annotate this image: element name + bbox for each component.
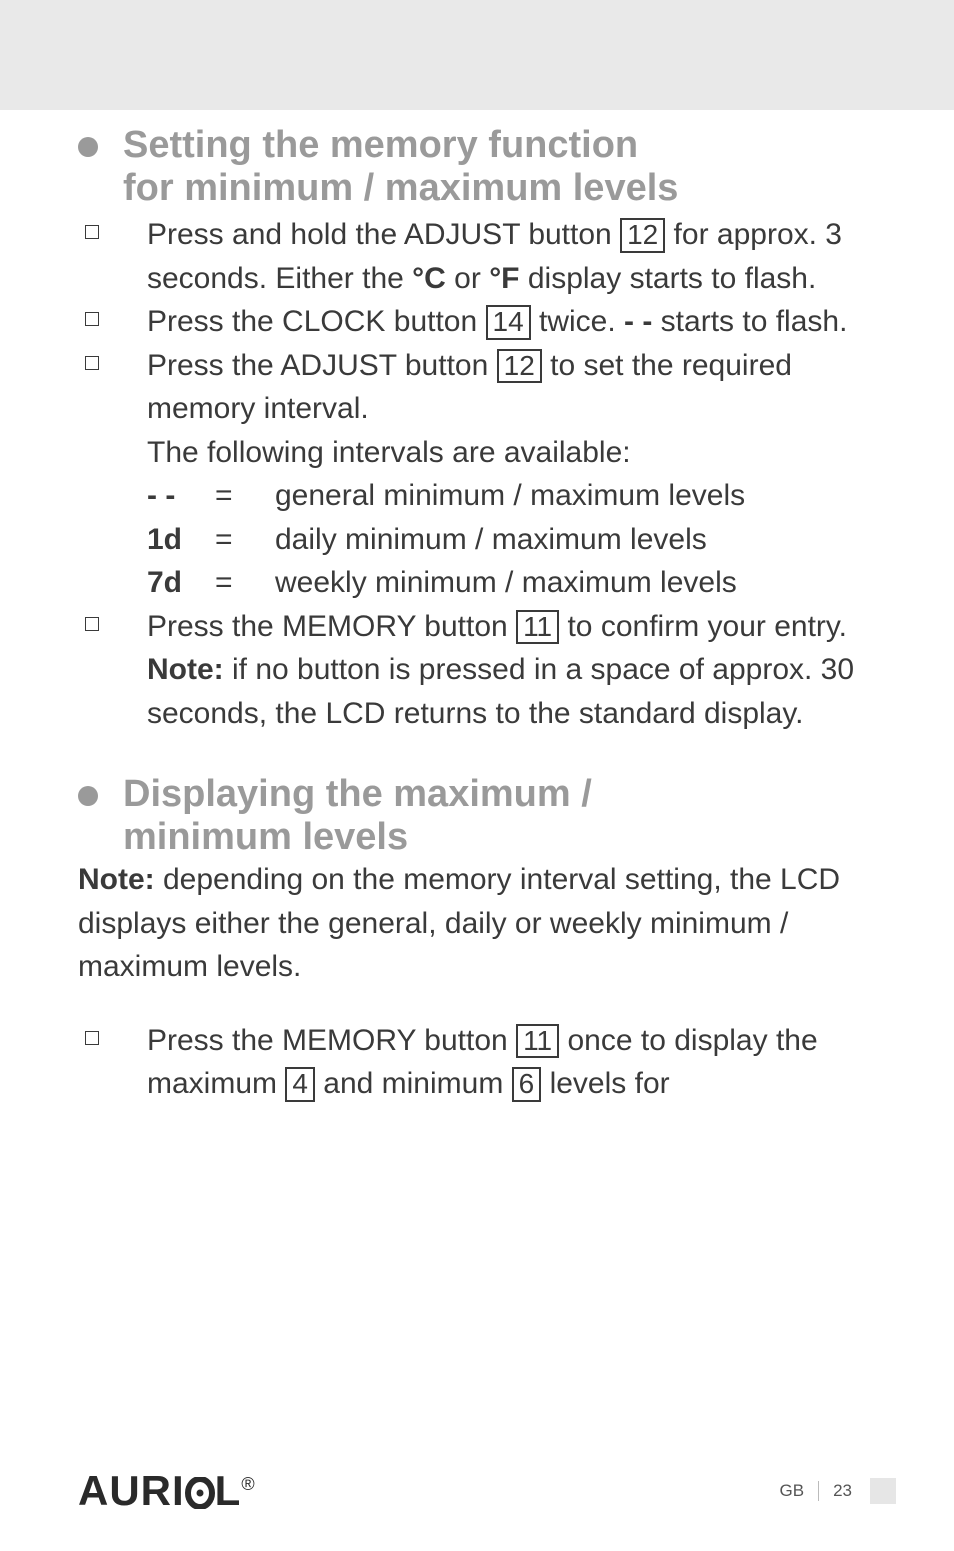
text-fragment: Press and hold the ADJUST button xyxy=(147,218,620,251)
list-item: Press and hold the ADJUST button 12 for … xyxy=(78,213,894,300)
text-line: The following intervals are available: xyxy=(147,431,894,475)
list-item-text: Press the MEMORY button 11 once to displ… xyxy=(147,1019,894,1106)
divider-icon xyxy=(818,1481,819,1501)
ref-number: 14 xyxy=(486,305,531,340)
text-fragment: Press the MEMORY button xyxy=(147,1024,516,1057)
interval-symbol: - - xyxy=(147,474,215,518)
section2-heading-line1: Displaying the maximum / xyxy=(123,773,592,815)
text-fragment: twice. xyxy=(531,305,624,338)
interval-symbol: 1d xyxy=(147,518,215,562)
text-fragment: Press the CLOCK button xyxy=(147,305,486,338)
note-body: depending on the memory interval setting… xyxy=(78,863,840,983)
logo-o-icon xyxy=(185,1467,215,1515)
square-bullet-icon xyxy=(85,225,99,239)
text-fragment: and minimum xyxy=(315,1067,512,1100)
logo-text-part2: L xyxy=(215,1467,242,1514)
ref-number: 6 xyxy=(512,1067,542,1102)
square-bullet-icon xyxy=(85,312,99,326)
list-item: Press the MEMORY button 11 to confirm yo… xyxy=(78,605,894,736)
square-bullet-icon xyxy=(85,356,99,370)
text-fragment: Press the ADJUST button xyxy=(147,349,497,382)
list-item-text: Press the MEMORY button 11 to confirm yo… xyxy=(147,605,894,736)
section2-heading: Displaying the maximum / minimum levels xyxy=(123,773,592,858)
bold-text: °F xyxy=(489,262,519,295)
locale-label: GB xyxy=(780,1481,805,1501)
square-bullet-icon xyxy=(85,1031,99,1045)
interval-desc: weekly minimum / maximum levels xyxy=(275,561,737,605)
list-item-text: Press and hold the ADJUST button 12 for … xyxy=(147,213,894,300)
ref-number: 4 xyxy=(285,1067,315,1102)
interval-symbol: 7d xyxy=(147,561,215,605)
text-fragment: display starts to flash. xyxy=(520,262,817,295)
text-fragment: levels for xyxy=(541,1067,669,1100)
bold-text: - - xyxy=(624,305,652,338)
square-bullet-icon xyxy=(85,617,99,631)
intervals-list: - - = general minimum / maximum levels 1… xyxy=(147,474,894,605)
interval-row: 1d = daily minimum / maximum levels xyxy=(147,518,894,562)
interval-equals: = xyxy=(215,518,275,562)
page-number: 23 xyxy=(833,1481,852,1501)
list-item-text: Press the ADJUST button 12 to set the re… xyxy=(147,344,894,605)
interval-row: 7d = weekly minimum / maximum levels xyxy=(147,561,894,605)
bullet-dot-icon xyxy=(78,786,98,806)
registered-icon: ® xyxy=(241,1474,255,1494)
bullet-dot-icon xyxy=(78,137,98,157)
text-fragment: Press the MEMORY button xyxy=(147,610,516,643)
ref-number: 12 xyxy=(620,218,665,253)
interval-desc: general minimum / maximum levels xyxy=(275,474,745,518)
logo-text-part1: AURI xyxy=(78,1467,185,1514)
brand-logo: AURI L® xyxy=(78,1467,256,1515)
list-item: Press the CLOCK button 14 twice. - - sta… xyxy=(78,300,894,344)
list-item: Press the MEMORY button 11 once to displ… xyxy=(78,1019,894,1106)
ref-number: 12 xyxy=(497,349,542,384)
section1-heading-line2: for minimum / maximum levels xyxy=(123,167,678,209)
interval-equals: = xyxy=(215,561,275,605)
list-item-text: Press the CLOCK button 14 twice. - - sta… xyxy=(147,300,847,344)
text-fragment: or xyxy=(446,262,489,295)
top-bar xyxy=(0,0,954,110)
ref-number: 11 xyxy=(516,610,559,645)
section2-heading-line2: minimum levels xyxy=(123,816,408,858)
section1-heading: Setting the memory function for minimum … xyxy=(123,124,678,209)
page-content: Setting the memory function for minimum … xyxy=(0,110,954,1106)
note-label: Note: xyxy=(78,863,155,896)
page-marker-icon xyxy=(870,1478,896,1504)
section2-note: Note: depending on the memory interval s… xyxy=(78,858,894,989)
footer-row: AURI L® GB 23 xyxy=(78,1467,896,1515)
interval-equals: = xyxy=(215,474,275,518)
note-body: if no button is pressed in a space of ap… xyxy=(147,653,854,730)
page-footer: GB 23 xyxy=(780,1478,896,1504)
section1-heading-row: Setting the memory function for minimum … xyxy=(78,124,894,209)
ref-number: 11 xyxy=(516,1024,559,1059)
note-label: Note: xyxy=(147,653,224,686)
interval-row: - - = general minimum / maximum levels xyxy=(147,474,894,518)
text-fragment: to confirm your entry. xyxy=(559,610,847,643)
section2-heading-row: Displaying the maximum / minimum levels xyxy=(78,773,894,858)
section1-heading-line1: Setting the memory function xyxy=(123,124,638,166)
interval-desc: daily minimum / maximum levels xyxy=(275,518,707,562)
bold-text: °C xyxy=(412,262,446,295)
text-fragment: starts to flash. xyxy=(652,305,847,338)
list-item: Press the ADJUST button 12 to set the re… xyxy=(78,344,894,605)
section1-list: Press and hold the ADJUST button 12 for … xyxy=(78,213,894,735)
